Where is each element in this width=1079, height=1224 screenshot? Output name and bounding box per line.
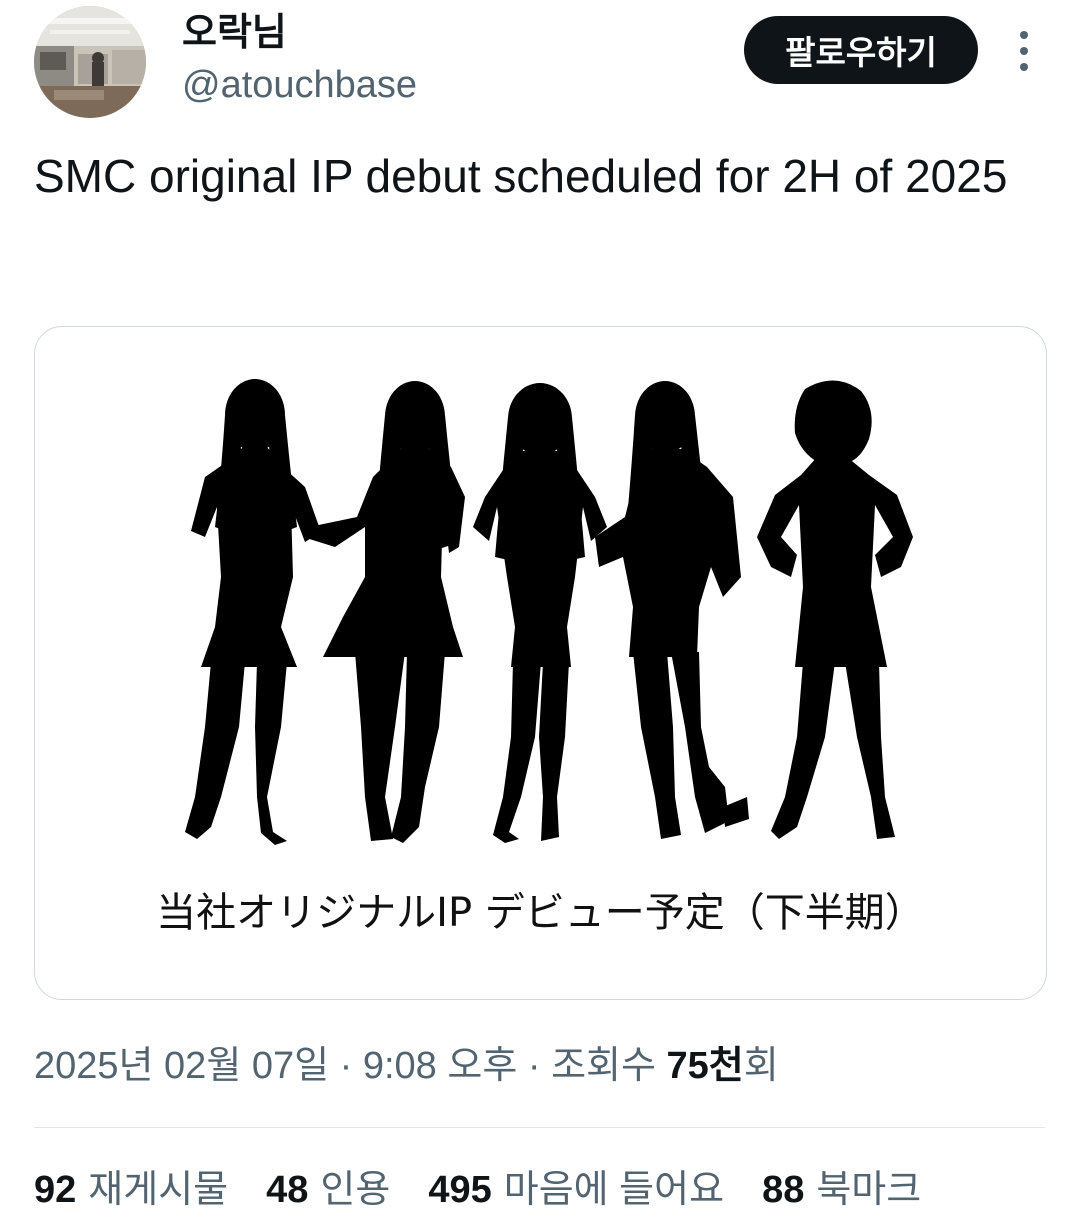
silhouette-figure-5 [757,380,913,839]
quotes-stat[interactable]: 48 인용 [266,1164,390,1216]
follow-button[interactable]: 팔로우하기 [744,16,978,84]
bookmarks-label: 북마크 [816,1169,922,1211]
quotes-count: 48 [266,1169,309,1211]
meta-separator: · [339,1045,353,1087]
tweet-page: 오락님 @atouchbase 팔로우하기 SMC original IP de… [0,0,1079,1224]
tweet-date[interactable]: 2025년 02월 07일 [34,1045,329,1087]
avatar[interactable] [34,6,146,118]
silhouette-figure-3 [473,383,607,843]
silhouette-figure-1 [185,379,321,845]
office-photo-avatar-icon [34,6,146,118]
likes-stat[interactable]: 495 마음에 들어요 [428,1164,724,1216]
views-count: 75천 [666,1045,744,1087]
tweet-time[interactable]: 9:08 오후 [363,1045,517,1087]
silhouette-figure-2 [303,381,465,843]
likes-label: 마음에 들어요 [503,1169,725,1211]
bookmarks-count: 88 [762,1169,805,1211]
views-suffix: 회 [743,1045,779,1087]
tweet-text: SMC original IP debut scheduled for 2H o… [34,150,1008,202]
tweet-meta: 2025년 02월 07일 · 9:08 오후 · 조회수 75천회 [34,1040,779,1092]
reposts-count: 92 [34,1169,77,1211]
silhouette-figure-4 [595,381,749,839]
bookmarks-stat[interactable]: 88 북마크 [762,1164,921,1216]
likes-count: 495 [428,1169,492,1211]
reposts-label: 재게시물 [88,1169,229,1211]
media-card[interactable]: 当社オリジナルIP デビュー予定（下半期） [34,326,1047,1000]
divider [34,1127,1045,1128]
engagement-stats: 92 재게시물 48 인용 495 마음에 들어요 88 북마크 [34,1164,959,1216]
user-handle[interactable]: @atouchbase [182,60,417,110]
meta-separator: · [527,1045,541,1087]
quotes-label: 인용 [320,1169,391,1211]
more-button[interactable] [1004,28,1044,74]
reposts-stat[interactable]: 92 재게시물 [34,1164,228,1216]
views-label: 조회수 [551,1045,656,1087]
five-women-silhouette-image [185,379,913,845]
more-vertical-icon [1020,31,1028,71]
media-caption: 当社オリジナルIP デビュー予定（下半期） [156,890,925,936]
display-name[interactable]: 오락님 [182,8,287,58]
